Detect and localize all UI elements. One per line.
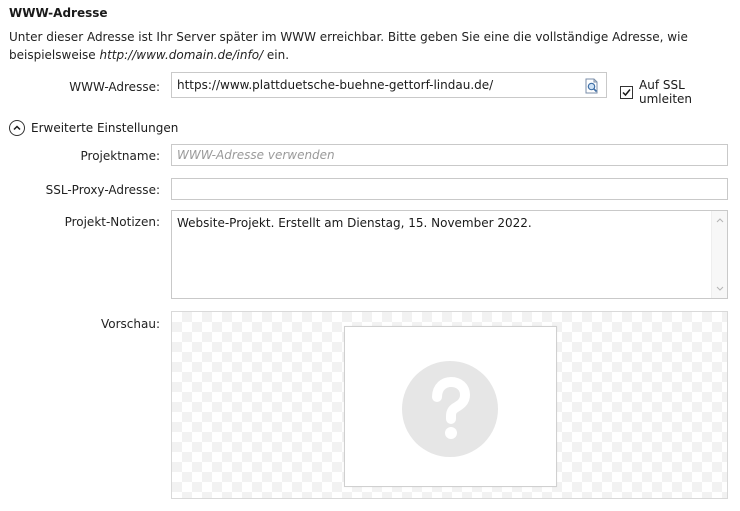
project-notes-textarea[interactable]: Website-Projekt. Erstellt am Dienstag, 1…	[171, 210, 728, 299]
www-address-input[interactable]: https://www.plattduetsche-buehne-gettorf…	[171, 72, 607, 98]
ssl-proxy-label: SSL-Proxy-Adresse:	[45, 183, 160, 197]
section-description: Unter dieser Adresse ist Ihr Server spät…	[9, 28, 729, 64]
ssl-redirect-label: Auf SSL umleiten	[639, 78, 693, 106]
www-address-label: WWW-Adresse:	[69, 80, 160, 94]
project-notes-label: Projekt-Notizen:	[64, 215, 160, 229]
project-name-input[interactable]: WWW-Adresse verwenden	[171, 144, 728, 166]
notes-scrollbar[interactable]	[711, 211, 727, 298]
www-address-value: https://www.plattduetsche-buehne-gettorf…	[177, 78, 494, 92]
advanced-settings-label: Erweiterte Einstellungen	[31, 121, 179, 135]
preview-thumbnail	[344, 326, 557, 487]
question-mark-icon	[402, 361, 498, 457]
scroll-down-icon[interactable]	[712, 282, 728, 294]
preview-area	[171, 311, 728, 499]
project-name-placeholder: WWW-Adresse verwenden	[177, 148, 335, 162]
ssl-redirect-checkbox[interactable]	[620, 85, 633, 99]
preview-label: Vorschau:	[100, 317, 160, 331]
description-example: http://www.domain.de/info/	[99, 48, 264, 62]
ssl-proxy-input[interactable]	[171, 178, 728, 200]
section-title: WWW-Adresse	[9, 6, 108, 20]
checkmark-icon	[622, 88, 631, 96]
ssl-redirect-toggle[interactable]: Auf SSL umleiten	[620, 78, 740, 106]
chevron-up-icon[interactable]	[9, 120, 25, 136]
description-text-end: ein.	[263, 48, 290, 62]
scroll-up-icon[interactable]	[712, 215, 728, 227]
document-search-icon[interactable]	[584, 78, 600, 94]
advanced-settings-expander[interactable]: Erweiterte Einstellungen	[9, 120, 178, 136]
project-notes-value: Website-Projekt. Erstellt am Dienstag, 1…	[177, 216, 532, 230]
project-name-label: Projektname:	[80, 149, 160, 163]
